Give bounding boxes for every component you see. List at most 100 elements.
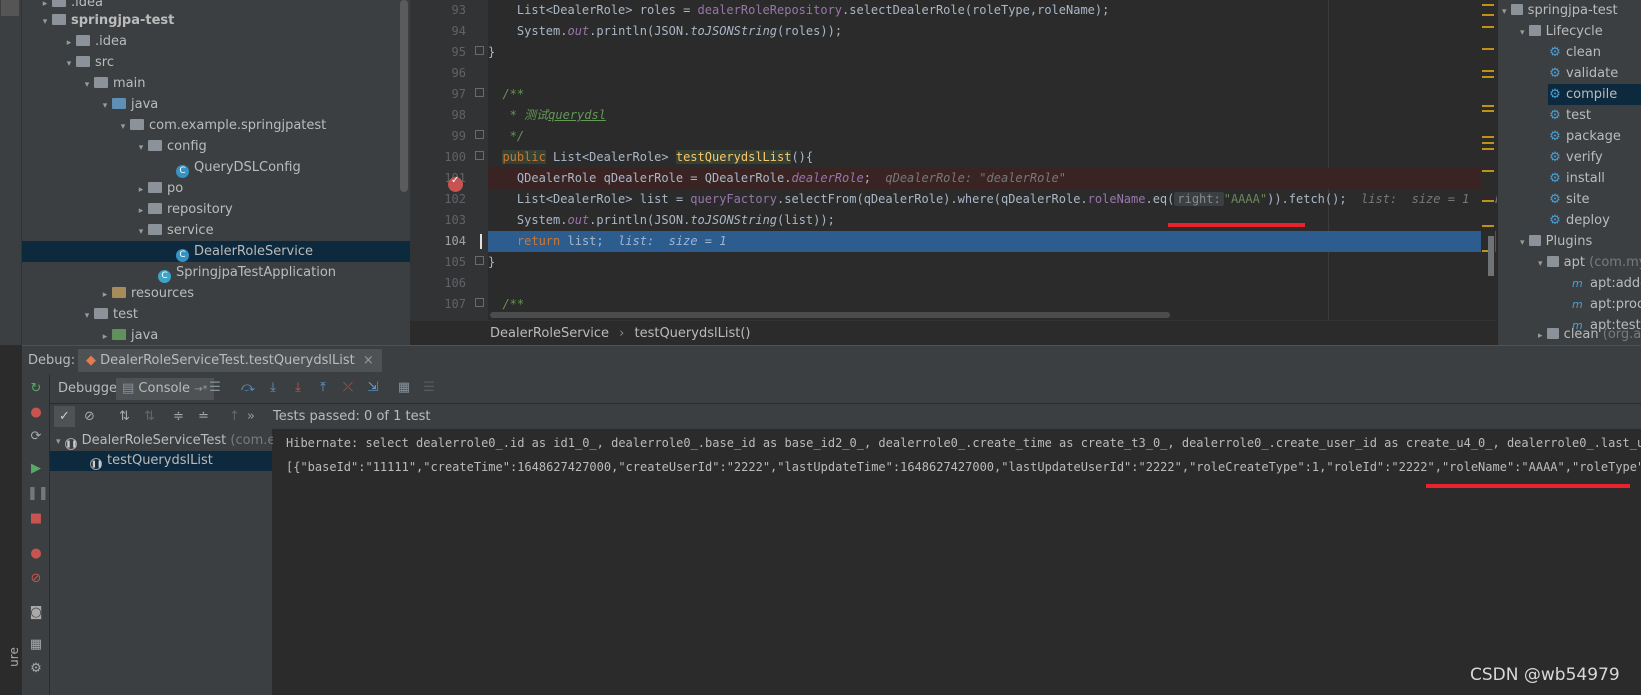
- breakpoint-icon[interactable]: [448, 175, 463, 192]
- layout-icon[interactable]: ▦: [27, 636, 45, 654]
- fold-marker[interactable]: [475, 46, 484, 55]
- fold-marker[interactable]: [475, 256, 484, 265]
- project-tree-item[interactable]: ▸ java: [22, 325, 410, 345]
- test-class-row[interactable]: ▾ ❚❚ DealerRoleServiceTest (com.ex: [50, 431, 283, 451]
- show-ignored-icon[interactable]: ⊘: [79, 406, 100, 427]
- project-tree-item[interactable]: ▾ main: [22, 73, 410, 94]
- project-tree-item[interactable]: ▾ springjpa-test: [22, 10, 410, 31]
- project-tool-icon[interactable]: [1, 0, 19, 16]
- project-tree-item[interactable]: C DealerRoleService: [22, 241, 410, 262]
- chevron-right-icon[interactable]: ▸: [62, 33, 76, 54]
- project-tree-item[interactable]: ▾ service: [22, 220, 410, 241]
- maven-goal-clean[interactable]: ⚙ clean: [1548, 42, 1641, 63]
- maven-plugin-clean[interactable]: ▸ clean (org.a: [1538, 324, 1641, 345]
- fold-marker[interactable]: [475, 151, 484, 160]
- maven-goal-deploy[interactable]: ⚙ deploy: [1548, 210, 1641, 231]
- rerun-failed-icon[interactable]: ●: [27, 404, 45, 422]
- test-method-row[interactable]: ❚❚ testQuerydslList: [50, 451, 272, 471]
- project-tree-item[interactable]: ▸ po: [22, 178, 410, 199]
- debug-session-tab[interactable]: ◆ DealerRoleServiceTest.testQuerydslList…: [78, 349, 382, 372]
- warning-marker[interactable]: [1482, 4, 1494, 6]
- settings-gear-icon[interactable]: ⚙: [27, 660, 45, 678]
- project-tree-item[interactable]: ▸ .idea: [22, 31, 410, 52]
- evaluate-expression-icon[interactable]: ▦: [394, 378, 414, 398]
- warning-marker[interactable]: [1482, 136, 1494, 138]
- close-icon[interactable]: ×: [363, 353, 374, 368]
- mute-breakpoints-icon[interactable]: ⊘: [27, 570, 45, 588]
- warning-marker[interactable]: [1482, 105, 1494, 107]
- step-out-icon[interactable]: ⤒: [313, 378, 333, 398]
- warning-marker[interactable]: [1482, 26, 1494, 28]
- warning-marker[interactable]: [1482, 142, 1494, 144]
- editor-horizontal-scrollbar[interactable]: [490, 312, 1170, 318]
- project-tree-item[interactable]: ▸ repository: [22, 199, 410, 220]
- project-tree-item[interactable]: C QueryDSLConfig: [22, 157, 410, 178]
- fold-marker[interactable]: [475, 298, 484, 307]
- chevron-down-icon[interactable]: ▾: [80, 75, 94, 96]
- step-into-icon[interactable]: ⤓: [263, 378, 283, 398]
- warning-marker[interactable]: [1482, 70, 1494, 72]
- warning-marker[interactable]: [1482, 76, 1494, 78]
- maven-goal-verify[interactable]: ⚙ verify: [1548, 147, 1641, 168]
- editor-vertical-scrollbar[interactable]: [1488, 236, 1494, 276]
- maven-goal-package[interactable]: ⚙ package: [1548, 126, 1641, 147]
- toggle-auto-test-icon[interactable]: ⟳: [27, 428, 45, 446]
- project-tree-item[interactable]: ▾ test: [22, 304, 410, 325]
- view-breakpoints-icon[interactable]: ●: [27, 545, 45, 563]
- maven-root[interactable]: ▾ springjpa-test: [1502, 0, 1641, 21]
- chevron-right-icon[interactable]: ▸: [134, 201, 148, 222]
- warning-marker[interactable]: [1482, 170, 1494, 172]
- chevron-down-icon[interactable]: ▾: [38, 12, 52, 33]
- pause-icon[interactable]: ❚❚: [27, 485, 49, 503]
- warning-marker[interactable]: [1482, 200, 1494, 202]
- stop-icon[interactable]: ■: [27, 510, 45, 528]
- drop-frame-icon[interactable]: ⤫: [338, 378, 358, 398]
- maven-goal-site[interactable]: ⚙ site: [1548, 189, 1641, 210]
- maven-plugin-goal[interactable]: m apt:proce: [1572, 294, 1641, 315]
- side-label[interactable]: ure: [7, 647, 21, 667]
- rerun-icon[interactable]: ↻: [27, 380, 45, 398]
- breadcrumb-class[interactable]: DealerRoleService: [490, 326, 609, 341]
- trace-icon[interactable]: ☰: [419, 378, 439, 398]
- maven-goal-test[interactable]: ⚙ test: [1548, 105, 1641, 126]
- chevron-down-icon[interactable]: ▾: [80, 306, 94, 327]
- sort-alpha-icon[interactable]: ⇅: [114, 406, 135, 427]
- project-tree-item[interactable]: C SpringjpaTestApplication: [22, 262, 410, 283]
- warning-marker[interactable]: [1482, 14, 1494, 16]
- project-tree-item[interactable]: ▾ java: [22, 94, 410, 115]
- previous-failed-icon[interactable]: ↑: [224, 406, 245, 427]
- maven-goal-validate[interactable]: ⚙ validate: [1548, 63, 1641, 84]
- collapse-all-icon[interactable]: ≐: [193, 406, 214, 427]
- warning-marker[interactable]: [1482, 225, 1494, 227]
- resume-icon[interactable]: ▶: [27, 460, 45, 478]
- run-to-cursor-icon[interactable]: ⇲: [363, 378, 383, 398]
- camera-icon[interactable]: ◙: [27, 604, 45, 622]
- fold-marker[interactable]: [475, 88, 484, 97]
- project-tree-item[interactable]: ▾ src: [22, 52, 410, 73]
- breadcrumb-method[interactable]: testQuerydslList(): [634, 326, 750, 341]
- maven-goal-install[interactable]: ⚙ install: [1548, 168, 1641, 189]
- chevron-down-icon[interactable]: ▾: [134, 138, 148, 159]
- maven-plugin-apt[interactable]: ▾ apt (com.mys: [1538, 252, 1641, 273]
- chevron-down-icon[interactable]: ▾: [134, 222, 148, 243]
- project-tree-item[interactable]: ▾ com.example.springjpatest: [22, 115, 410, 136]
- warning-marker[interactable]: [1482, 48, 1494, 50]
- force-step-into-icon[interactable]: ⤓: [288, 378, 308, 398]
- step-over-icon[interactable]: ⤼: [238, 378, 258, 398]
- show-passed-icon[interactable]: ✓: [54, 406, 75, 427]
- expand-all-icon[interactable]: ≑: [168, 406, 189, 427]
- chevron-down-icon[interactable]: ▾: [62, 54, 76, 75]
- warning-marker[interactable]: [1482, 110, 1494, 112]
- maven-plugins[interactable]: ▾ Plugins: [1520, 231, 1641, 252]
- chevron-right-icon[interactable]: ▸: [134, 180, 148, 201]
- chevron-down-icon[interactable]: ▾: [98, 96, 112, 117]
- chevron-right-icon[interactable]: ▸: [98, 285, 112, 306]
- fold-marker[interactable]: [475, 130, 484, 139]
- project-scrollbar[interactable]: [400, 0, 408, 192]
- sort-duration-icon[interactable]: ⇅: [139, 406, 160, 427]
- chevron-down-icon[interactable]: ▾: [116, 117, 130, 138]
- more-icon[interactable]: »: [244, 406, 258, 427]
- warning-marker[interactable]: [1482, 148, 1494, 150]
- show-execution-point-icon[interactable]: ☰: [205, 378, 225, 398]
- project-tree-item[interactable]: ▾ config: [22, 136, 410, 157]
